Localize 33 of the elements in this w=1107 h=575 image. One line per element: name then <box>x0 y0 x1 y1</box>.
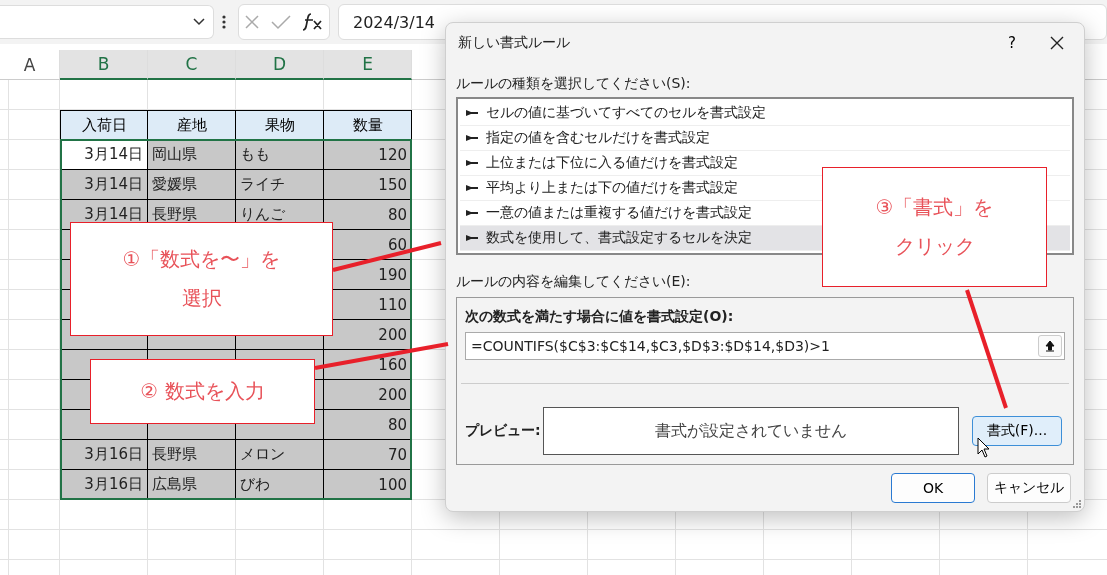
callout-text: ①「数式を〜」を <box>122 246 281 273</box>
preview-box: 書式が設定されていません <box>543 407 959 455</box>
table-cell: 3月14日 <box>60 140 148 170</box>
table-cell: 80 <box>324 200 412 230</box>
table-cell: びわ <box>236 470 324 500</box>
table-cell: 3月16日 <box>60 440 148 470</box>
formula-label: 次の数式を満たす場合に値を書式設定(O): <box>465 308 735 326</box>
table-cell: 愛媛県 <box>148 170 236 200</box>
formula-text: =COUNTIFS($C$3:$C$14,$C3,$D$3:$D$14,$D3)>1 <box>471 338 830 354</box>
table-cell: 80 <box>324 410 412 440</box>
table-cell: 岡山県 <box>148 140 236 170</box>
table-cell: メロン <box>236 440 324 470</box>
table-cell: 150 <box>324 170 412 200</box>
table-cell: 広島県 <box>148 470 236 500</box>
rule-edit-label: ルールの内容を編集してください(E): <box>456 273 692 291</box>
callout-text: ② 数式を入力 <box>140 378 265 405</box>
callout-text: 選択 <box>181 285 222 312</box>
table-header-cell: 入荷日 <box>60 110 148 140</box>
table-cell: 200 <box>324 380 412 410</box>
table-header-cell: 産地 <box>148 110 236 140</box>
table-cell: 3月14日 <box>60 170 148 200</box>
table-cell: 120 <box>324 140 412 170</box>
table-cell: 100 <box>324 470 412 500</box>
table-header-cell: 数量 <box>324 110 412 140</box>
table-cell: 200 <box>324 320 412 350</box>
rule-type-label: ルールの種類を選択してください(S): <box>456 75 692 93</box>
table-cell: 長野県 <box>148 440 236 470</box>
table-cell: 70 <box>324 440 412 470</box>
table-cell: 3月16日 <box>60 470 148 500</box>
preview-label: プレビュー: <box>465 422 542 440</box>
table-cell: ライチ <box>236 170 324 200</box>
table-header-cell: 果物 <box>236 110 324 140</box>
table-cell: もも <box>236 140 324 170</box>
